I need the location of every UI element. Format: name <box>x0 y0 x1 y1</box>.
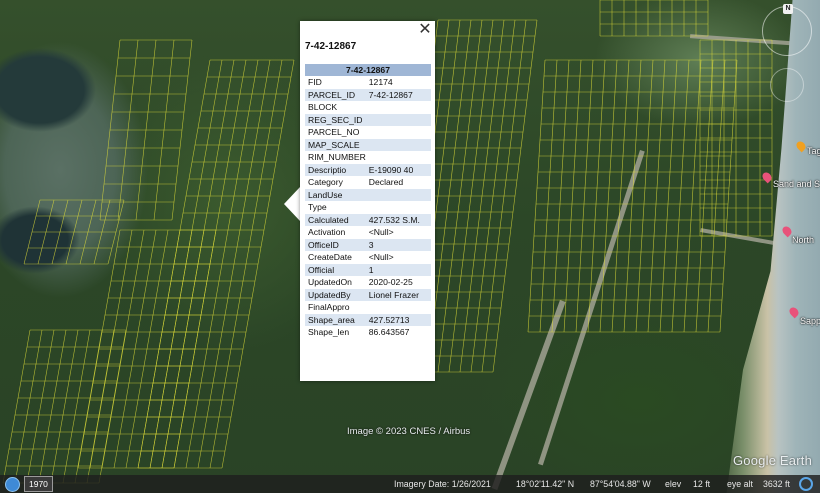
attribute-row: MAP_SCALE <box>305 138 431 151</box>
place-label[interactable]: Tag <box>807 146 820 156</box>
attribute-key: Shape_area <box>305 313 366 326</box>
close-icon[interactable]: ✕ <box>418 22 432 38</box>
attribute-value: Lionel Frazer <box>365 288 431 301</box>
attribute-row: CreateDate <Null> <box>305 251 431 264</box>
attribute-value: 86.643567 <box>368 327 410 338</box>
attribute-value: 1 <box>365 263 431 276</box>
attribute-value <box>365 188 431 201</box>
historical-year[interactable]: 1970 <box>24 476 53 492</box>
attribute-value <box>366 151 431 164</box>
parcel-boundary <box>62 329 91 484</box>
attribute-value: Declared <box>368 177 404 188</box>
attribute-key: REG_SEC_ID <box>305 113 366 126</box>
attribute-value: <Null> <box>368 227 394 238</box>
attribute-value <box>366 301 431 314</box>
attribute-key: Type <box>308 202 327 213</box>
streaming-indicator <box>799 477 813 491</box>
attribute-value: 427.52713 <box>365 313 431 326</box>
attribute-table-header: 7-42-12867 <box>305 64 431 76</box>
elevation-label: elev <box>665 479 682 489</box>
eye-altitude-label: eye alt <box>727 479 753 489</box>
parcel-boundary <box>14 329 43 484</box>
attribute-key: FID <box>308 77 322 88</box>
attribute-key: RIM_NUMBER <box>308 152 366 163</box>
attribute-value <box>365 138 431 151</box>
place-label[interactable]: Sapp <box>800 316 820 326</box>
latitude: 18°02'11.42" N <box>516 479 575 489</box>
attribute-row: RIM_NUMBER <box>305 151 431 164</box>
popup-title: 7-42-12867 <box>305 41 357 52</box>
attribute-key: Category <box>308 177 343 188</box>
attribute-row: REG_SEC_ID <box>305 113 431 126</box>
attribute-row: FID 12174 <box>305 76 431 89</box>
attribute-key: Shape_len <box>308 327 350 338</box>
attribute-key: UpdatedOn <box>308 277 352 288</box>
attribute-row: Official 1 <box>305 263 431 276</box>
attribute-value: 12174 <box>368 77 393 88</box>
compass-icon[interactable]: N <box>783 4 793 14</box>
attribute-table: 7-42-12867 FID 12174 PARCEL_ID 7-42-12867 BL… <box>305 64 431 339</box>
attribute-key: PARCEL_NO <box>308 127 360 138</box>
attribute-row: PARCEL_NO <box>305 126 431 139</box>
historical-imagery-icon[interactable] <box>5 477 20 492</box>
attribute-row: UpdatedOn 2020-02-25 <box>305 276 431 289</box>
place-label[interactable]: Sand and S <box>773 179 820 189</box>
status-bar: 1970 Imagery Date: 1/26/2021 18°02'11.42… <box>0 475 820 493</box>
attribute-key: CreateDate <box>308 252 352 263</box>
elevation-value: 12 ft <box>693 479 711 489</box>
attribute-row: Type <box>305 201 431 214</box>
longitude: 87°54'04.88" W <box>590 479 651 489</box>
attribute-value: 3 <box>365 238 431 251</box>
attribute-key: OfficeID <box>305 238 366 251</box>
parcel-boundary <box>38 329 67 484</box>
attribute-row: Activation <Null> <box>305 226 431 239</box>
attribute-row: OfficeID 3 <box>305 238 431 251</box>
attribute-value: 427.532 S.M. <box>365 213 431 226</box>
parcel-info-popup: ✕ 7-42-12867 7-42-12867 FID 12174 PARCEL_I… <box>300 21 435 381</box>
attribute-row: Shape_len 86.643567 <box>305 326 431 339</box>
attribute-value <box>366 126 431 139</box>
parcel-boundary <box>98 329 127 484</box>
attribute-key: MAP_SCALE <box>305 138 366 151</box>
parcel-boundary <box>50 329 79 484</box>
attribute-row: Category Declared <box>305 176 431 189</box>
attribute-row: UpdatedBy Lionel Frazer <box>305 288 431 301</box>
attribute-row: LandUse <box>305 188 431 201</box>
parcel-boundary <box>86 329 115 484</box>
popup-pointer <box>284 187 300 221</box>
parcel-boundary <box>74 329 103 484</box>
attribute-key: BLOCK <box>308 102 338 113</box>
attribute-key: Activation <box>308 227 346 238</box>
attribute-key: UpdatedBy <box>305 288 366 301</box>
attribute-key: FinalAppro <box>308 302 350 313</box>
attribute-value: 2020-02-25 <box>368 277 413 288</box>
attribute-key: PARCEL_ID <box>305 88 366 101</box>
attribute-row: BLOCK <box>305 101 431 114</box>
look-control[interactable] <box>770 68 804 102</box>
parcel-boundary <box>26 329 55 484</box>
google-earth-logo: Google Earth <box>733 453 813 468</box>
imagery-credit: Image © 2023 CNES / Airbus <box>347 426 471 437</box>
attribute-value: <Null> <box>368 252 394 263</box>
attribute-key: Official <box>305 263 366 276</box>
attribute-row: PARCEL_ID 7-42-12867 <box>305 88 431 101</box>
attribute-key: Calculated <box>305 213 366 226</box>
attribute-value <box>366 101 431 114</box>
attribute-value <box>365 113 431 126</box>
attribute-key: Descriptio <box>305 163 366 176</box>
attribute-row: Calculated 427.532 S.M. <box>305 213 431 226</box>
attribute-row: FinalAppro <box>305 301 431 314</box>
attribute-value: E-19090 40 <box>365 163 431 176</box>
attribute-row: Shape_area 427.52713 <box>305 313 431 326</box>
attribute-row: Descriptio E-19090 40 <box>305 163 431 176</box>
imagery-date: Imagery Date: 1/26/2021 <box>394 479 491 489</box>
attribute-value <box>366 201 431 214</box>
parcel-boundary <box>2 329 31 484</box>
eye-altitude-value: 3632 ft <box>763 479 790 489</box>
attribute-key: LandUse <box>305 188 366 201</box>
place-label[interactable]: North <box>792 235 814 245</box>
attribute-value: 7-42-12867 <box>365 88 431 101</box>
